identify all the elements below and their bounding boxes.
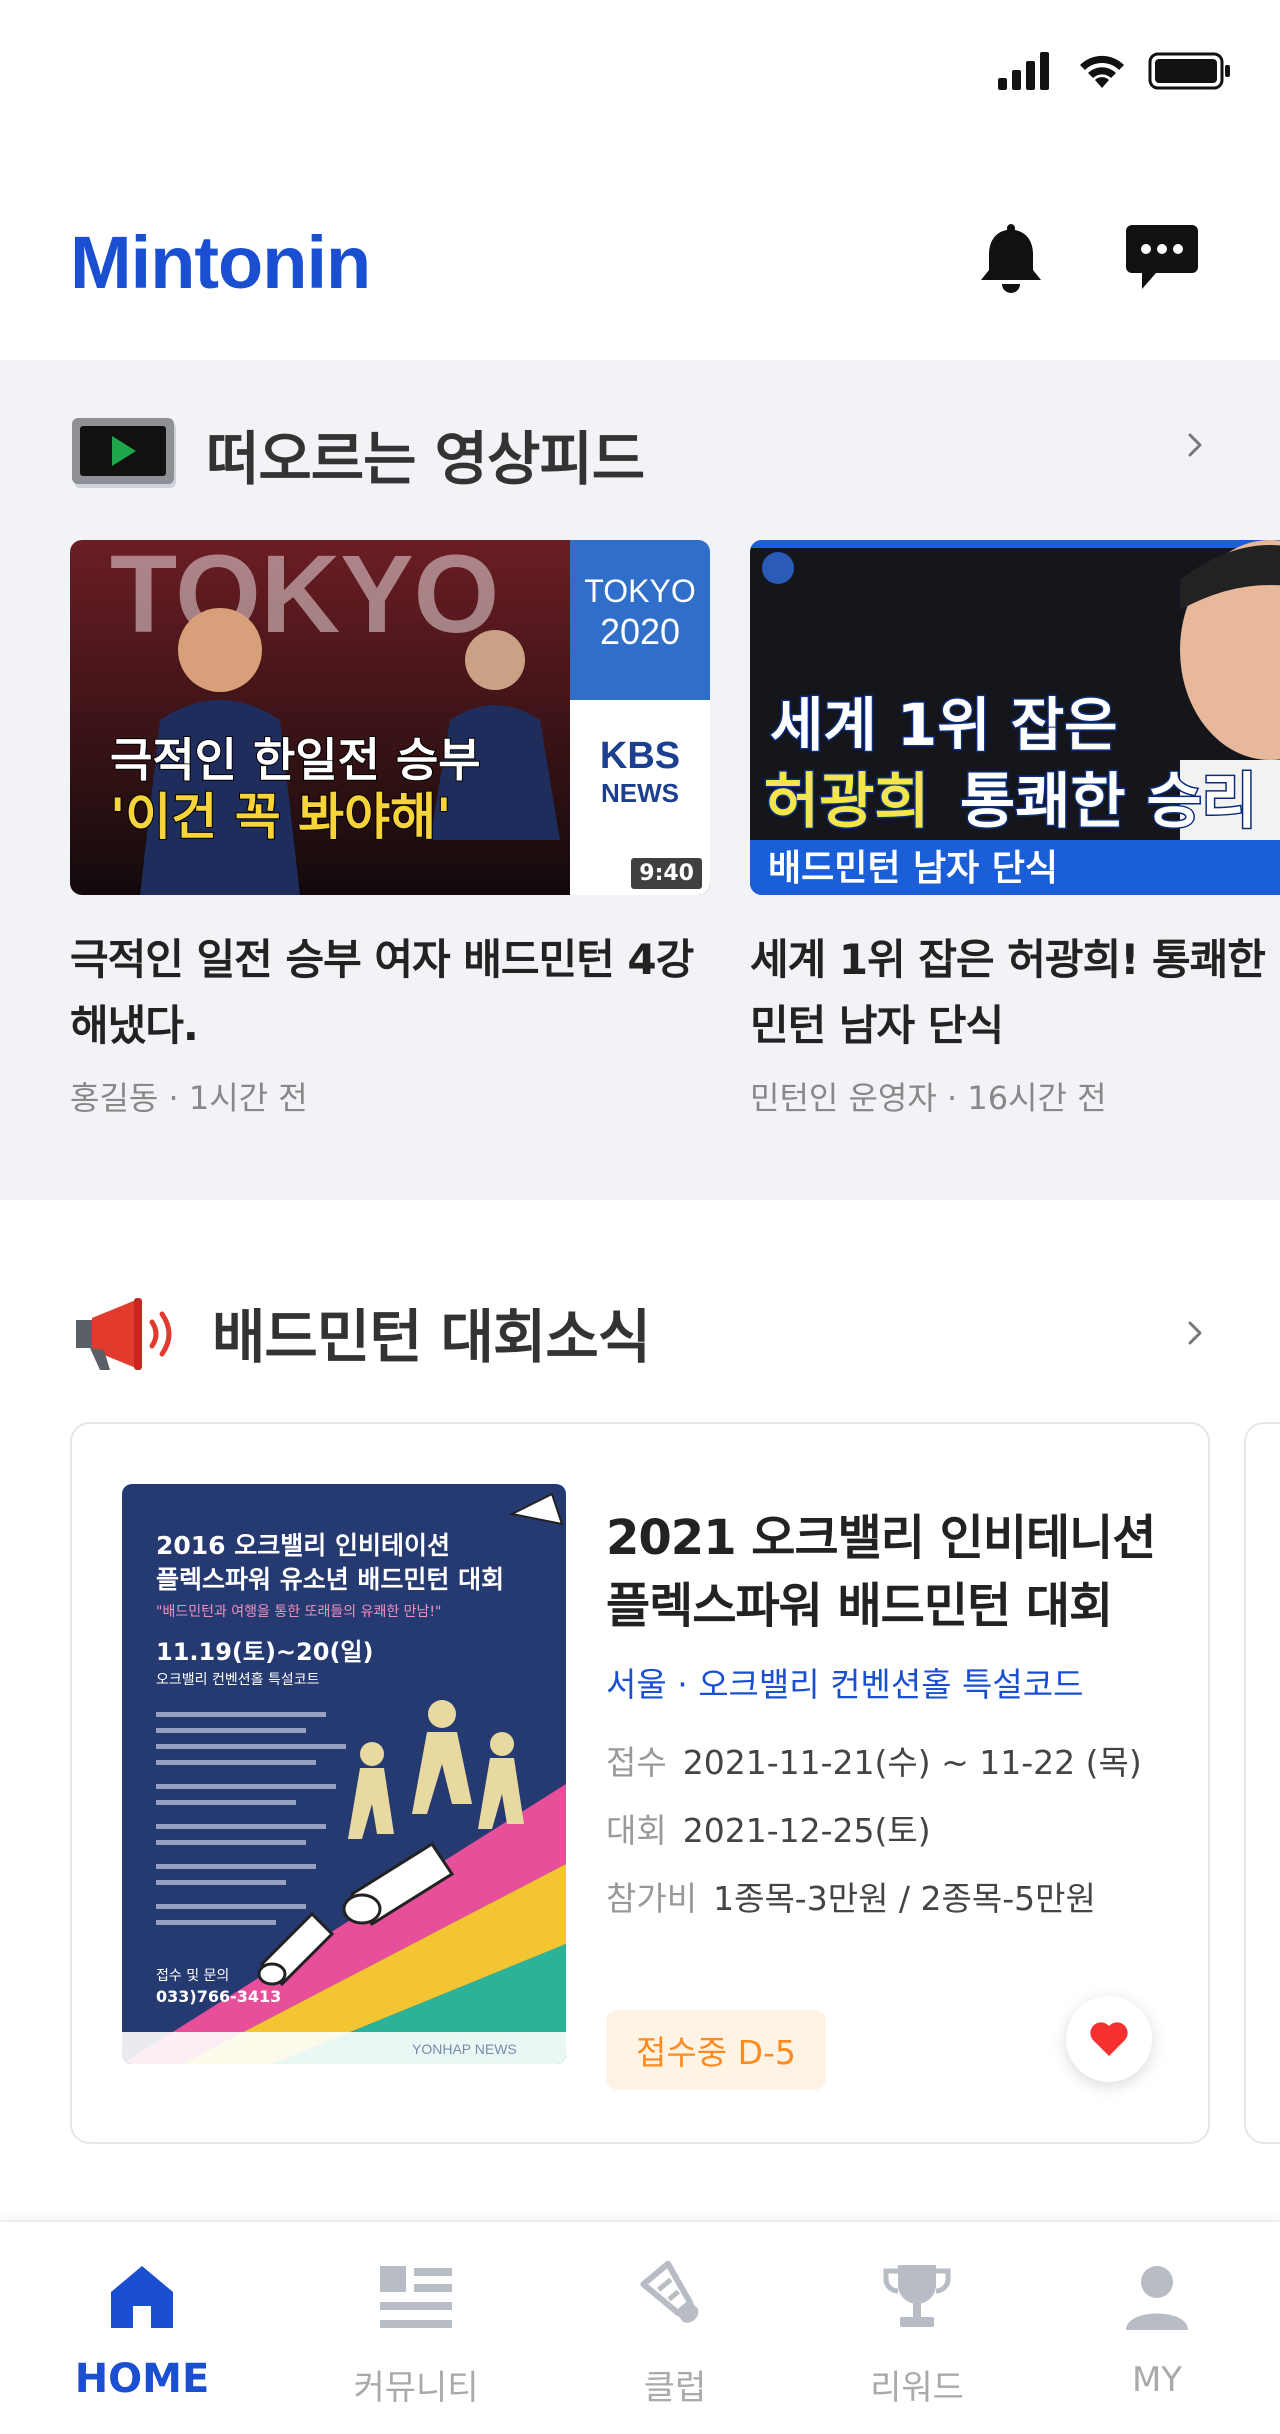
meta-separator: · (168, 1079, 189, 1117)
row-label: 접수 (606, 1743, 667, 1782)
megaphone-icon (76, 1298, 172, 1370)
favorite-button[interactable] (1066, 1996, 1152, 2082)
nav-community[interactable]: 커뮤니티 (316, 2252, 516, 2409)
wifi-icon (1080, 55, 1124, 88)
tournament-card[interactable]: 2016 오크밸리 인비테이션 플렉스파워 유소년 배드민턴 대회 "배드민턴과… (70, 1422, 1210, 2144)
registration-status-badge: 접수중 D-5 (606, 2010, 826, 2090)
tournament-date-row: 대회 2021-12-25(토) (606, 1804, 1186, 1852)
tournament-poster-image: 2016 오크밸리 인비테이션 플렉스파워 유소년 배드민턴 대회 "배드민턴과… (122, 1484, 566, 2064)
community-list-icon (380, 2266, 452, 2328)
svg-text:허광희: 허광희 (764, 767, 930, 837)
nav-label: HOME (74, 2356, 210, 2402)
meta-separator: · (946, 1079, 968, 1117)
svg-text:KBS: KBS (600, 735, 680, 777)
chevron-right-icon[interactable] (1180, 1318, 1210, 1348)
tournament-info: 2021 오크밸리 인비테니션 플렉스파워 배드민턴 대회 서울 · 오크밸리 … (606, 1504, 1186, 1920)
bottom-nav: HOME 커뮤니티 클럽 리워드 MY (0, 2220, 1280, 2434)
svg-text:'이건 꼭 봐야해': '이건 꼭 봐야해' (110, 788, 451, 846)
nav-home[interactable]: HOME (42, 2252, 242, 2402)
tournament-section: 배드민턴 대회소식 2016 오크밸리 인비테이션 플렉스파워 유소년 배드민턴… (0, 1200, 1280, 2220)
video-feed-header[interactable]: 떠오르는 영상피드 (70, 412, 645, 496)
row-value: 1종목-3만원 / 2종목-5만원 (713, 1879, 1096, 1918)
nav-club[interactable]: 클럽 (575, 2252, 775, 2409)
tournament-poster[interactable]: 2016 오크밸리 인비테이션 플렉스파워 유소년 배드민턴 대회 "배드민턴과… (122, 1484, 566, 2064)
video-card[interactable]: 세계 1위 잡은 허광희 통쾌한 승리 배드민턴 남자 단식 세계 1위 잡은 … (750, 540, 1280, 1119)
chat-icon[interactable] (1124, 223, 1200, 293)
shuttlecock-icon (640, 2260, 699, 2323)
svg-text:"배드민턴과 여행을 통한 또래들의 유쾌한 만남!": "배드민턴과 여행을 통한 또래들의 유쾌한 만남!" (156, 1604, 441, 1620)
video-title[interactable]: 세계 1위 잡은 허광희! 통쾌한 배드민턴 남자 단식 (750, 927, 1280, 1059)
person-icon (1126, 2266, 1188, 2330)
row-label: 참가비 (606, 1879, 698, 1918)
video-player-icon (72, 418, 176, 488)
row-label: 대회 (606, 1811, 667, 1850)
svg-text:접수 및 문의: 접수 및 문의 (156, 1968, 229, 1984)
app-logo: Mintonin (70, 221, 371, 304)
svg-text:통쾌한 승리: 통쾌한 승리 (960, 767, 1257, 837)
heart-icon (1090, 2022, 1128, 2056)
svg-text:세계 1위 잡은: 세계 1위 잡은 (770, 691, 1118, 759)
svg-text:033)766-3413: 033)766-3413 (156, 1987, 281, 2006)
nav-my[interactable]: MY (1057, 2252, 1257, 2400)
svg-text:TOKYO: TOKYO (584, 573, 695, 609)
svg-text:NEWS: NEWS (601, 778, 679, 808)
svg-text:플렉스파워 유소년 배드민턴 대회: 플렉스파워 유소년 배드민턴 대회 (156, 1565, 504, 1594)
app-header: Mintonin (0, 150, 1280, 360)
row-value: 2021-12-25(토) (682, 1811, 931, 1850)
nav-label: 리워드 (870, 2368, 964, 2408)
tournament-card-next[interactable] (1244, 1422, 1280, 2144)
video-thumbnail-image: TOKYO TOKYO 2020 KBS NEWS 극적인 한일전 승부 '이건… (70, 540, 710, 895)
svg-text:오크밸리 컨벤션홀 특설코트: 오크밸리 컨벤션홀 특설코트 (156, 1672, 320, 1688)
tournament-title: 배드민턴 대회소식 (212, 1303, 651, 1371)
nav-label: MY (1131, 2360, 1183, 2400)
svg-text:2016 오크밸리 인비테이션: 2016 오크밸리 인비테이션 (156, 1531, 450, 1560)
video-thumbnail[interactable]: 세계 1위 잡은 허광희 통쾌한 승리 배드민턴 남자 단식 (750, 540, 1280, 895)
video-meta: 홍길동 · 1시간 전 (70, 1073, 710, 1119)
tournament-header[interactable]: 배드민턴 대회소식 (70, 1290, 651, 1374)
video-author: 민턴인 운영자 (750, 1079, 937, 1117)
trophy-icon (883, 2265, 951, 2327)
bell-icon[interactable] (978, 220, 1044, 296)
nav-label: 클럽 (643, 2368, 707, 2408)
svg-text:2020: 2020 (600, 611, 680, 652)
video-feed-section: 떠오르는 영상피드 TOKYO TOKYO 2020 KBS NEWS 극적인 … (0, 360, 1280, 1200)
video-thumbnail[interactable]: TOKYO TOKYO 2020 KBS NEWS 극적인 한일전 승부 '이건… (70, 540, 710, 895)
tournament-location: 서울 · 오크밸리 컨벤션홀 특설코드 (606, 1665, 1084, 1704)
svg-text:YONHAP NEWS: YONHAP NEWS (412, 2041, 517, 2057)
tournament-fee-row: 참가비 1종목-3만원 / 2종목-5만원 (606, 1872, 1186, 1920)
chevron-right-icon[interactable] (1180, 430, 1210, 460)
tournament-registration-row: 접수 2021-11-21(수) ~ 11-22 (목) (606, 1736, 1186, 1784)
video-author: 홍길동 (70, 1079, 159, 1117)
video-meta: 민턴인 운영자 · 16시간 전 (750, 1073, 1280, 1119)
svg-text:TOKYO: TOKYO (110, 540, 499, 656)
status-bar (0, 0, 1280, 150)
svg-text:배드민턴 남자 단식: 배드민턴 남자 단식 (768, 848, 1058, 889)
video-duration: 9:40 (631, 858, 702, 889)
cellular-signal-icon (998, 52, 1049, 90)
video-feed-title: 떠오르는 영상피드 (206, 425, 645, 493)
battery-icon (1148, 52, 1230, 90)
video-title[interactable]: 극적인 일전 승부 여자 배드민턴 4강 해냈다. (70, 927, 710, 1059)
row-value: 2021-11-21(수) ~ 11-22 (목) (682, 1743, 1142, 1782)
nav-label: 커뮤니티 (353, 2368, 479, 2408)
svg-text:11.19(토)~20(일): 11.19(토)~20(일) (156, 1638, 373, 1666)
video-card[interactable]: TOKYO TOKYO 2020 KBS NEWS 극적인 한일전 승부 '이건… (70, 540, 710, 1119)
video-thumbnail-image: 세계 1위 잡은 허광희 통쾌한 승리 배드민턴 남자 단식 (750, 540, 1280, 895)
svg-text:극적인 한일전 승부: 극적인 한일전 승부 (110, 733, 481, 787)
video-time: 1시간 전 (188, 1079, 308, 1117)
home-icon (111, 2266, 173, 2328)
video-time: 16시간 전 (967, 1079, 1107, 1117)
nav-reward[interactable]: 리워드 (817, 2252, 1017, 2409)
tournament-name[interactable]: 2021 오크밸리 인비테니션 플렉스파워 배드민턴 대회 (606, 1504, 1186, 1640)
